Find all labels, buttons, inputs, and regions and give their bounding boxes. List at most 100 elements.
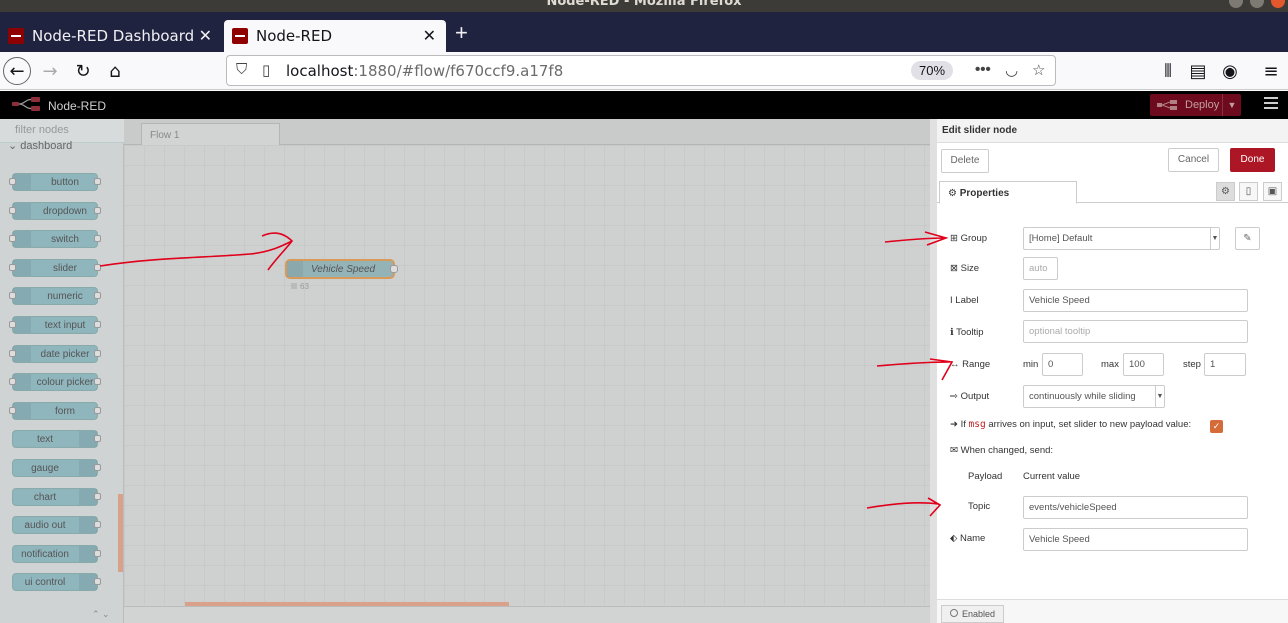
- node-output-port: [94, 235, 101, 243]
- more-actions-icon[interactable]: •••: [975, 61, 991, 78]
- home-icon[interactable]: ⌂: [101, 57, 129, 85]
- sidebar-icon[interactable]: ▤: [1184, 57, 1212, 85]
- canvas-slider-node[interactable]: Vehicle Speed: [285, 259, 398, 279]
- palette-node-text[interactable]: text: [12, 430, 101, 449]
- tooltip-label: ℹ Tooltip: [950, 327, 984, 338]
- node-output-port: [94, 349, 101, 357]
- palette-node-dropdown[interactable]: dropdown: [9, 201, 101, 220]
- node-output-port: [94, 578, 101, 586]
- max-input[interactable]: 100: [1123, 353, 1164, 376]
- new-tab-icon[interactable]: +: [455, 20, 468, 46]
- browser-menu-icon[interactable]: ≡: [1257, 57, 1285, 85]
- edit-group-pencil-icon[interactable]: ✎: [1235, 227, 1260, 250]
- palette-scrollbar[interactable]: [118, 494, 123, 572]
- node-output-port: [94, 521, 101, 529]
- page-icon[interactable]: ▯: [262, 61, 270, 79]
- url-bar[interactable]: ⛉ ▯ localhost:1880/#flow/f670ccf9.a17f8 …: [226, 55, 1056, 86]
- tab-node-red[interactable]: Node-RED ✕: [224, 20, 446, 52]
- palette-node-label: gauge: [31, 463, 59, 474]
- library-icon[interactable]: ⫴: [1154, 57, 1182, 85]
- palette-node-chart[interactable]: chart: [12, 487, 101, 506]
- payload-value: Current value: [1023, 471, 1081, 482]
- palette-node-label: ui control: [24, 577, 66, 589]
- name-label: ⬖ Name: [950, 533, 986, 544]
- pocket-icon[interactable]: ◡: [1005, 61, 1018, 79]
- palette-node-switch[interactable]: switch: [9, 230, 101, 249]
- group-label: ⊞ Group: [950, 233, 988, 244]
- url-text[interactable]: localhost:1880/#flow/f670ccf9.a17f8: [286, 62, 563, 80]
- palette-node-label: text: [36, 434, 54, 446]
- palette-node-audio-out[interactable]: audio out: [12, 516, 101, 535]
- label-input[interactable]: Vehicle Speed: [1023, 289, 1248, 312]
- account-icon[interactable]: ◉: [1216, 57, 1244, 85]
- palette-node-notification[interactable]: notification: [12, 544, 101, 563]
- os-title-bar: Node-RED - Mozilla Firefox: [0, 0, 1288, 12]
- edit-tray: Edit slider node Delete Cancel Done ⚙ Pr…: [930, 119, 1288, 623]
- zoom-badge[interactable]: 70%: [911, 61, 953, 80]
- palette-collapse-icons[interactable]: ⌃ ⌄: [92, 609, 110, 620]
- palette-node-ui-control[interactable]: ui control: [12, 573, 101, 592]
- palette-node-gauge[interactable]: gauge: [12, 459, 101, 477]
- shield-icon[interactable]: ⛉: [236, 61, 247, 78]
- palette-node-colour-picker[interactable]: colour picker: [9, 373, 101, 392]
- tab-properties[interactable]: ⚙ Properties: [939, 181, 1077, 204]
- node-input-port: [9, 178, 16, 185]
- deploy-label: Deploy: [1185, 99, 1220, 111]
- node-output-port: [94, 178, 101, 185]
- node-output-port[interactable]: [390, 265, 398, 273]
- tab-flow-1[interactable]: Flow 1: [141, 123, 280, 145]
- deploy-menu-icon[interactable]: ▼: [1222, 94, 1241, 116]
- max-label: max: [1101, 359, 1119, 370]
- topic-input[interactable]: events/vehicleSpeed: [1023, 496, 1248, 519]
- size-button[interactable]: auto: [1023, 257, 1058, 280]
- palette-node-form[interactable]: form: [9, 401, 101, 420]
- palette-node-slider[interactable]: slider: [9, 258, 101, 277]
- delete-button[interactable]: Delete: [941, 149, 989, 173]
- node-output-port: [94, 464, 101, 471]
- node-input-port: [9, 263, 16, 271]
- close-tab-icon[interactable]: ✕: [423, 26, 436, 45]
- tooltip-input[interactable]: optional tooltip: [1023, 320, 1248, 343]
- node-input-port: [9, 292, 16, 300]
- bookmark-star-icon[interactable]: ☆: [1032, 61, 1045, 79]
- done-button[interactable]: Done: [1230, 148, 1275, 172]
- step-input[interactable]: 1: [1204, 353, 1246, 376]
- range-label: ↔ Range: [950, 359, 991, 370]
- node-input-port: [9, 406, 16, 414]
- tab-node-red-dashboard[interactable]: Node-RED Dashboard ✕: [0, 20, 222, 52]
- forward-icon[interactable]: →: [36, 57, 64, 85]
- palette-node-text-input[interactable]: text input: [9, 316, 101, 334]
- output-select[interactable]: continuously while sliding ▼: [1023, 385, 1165, 408]
- node-red-menu-icon[interactable]: [1264, 97, 1278, 112]
- node-input-port: [9, 235, 16, 243]
- node-input-port: [9, 378, 16, 386]
- palette-node-label: dropdown: [43, 205, 87, 217]
- node-palette: filter nodes ⌄ dashboard button dropdown s…: [0, 119, 124, 623]
- enabled-toggle[interactable]: Enabled: [941, 605, 1004, 623]
- payload-label: Payload: [968, 471, 1003, 482]
- tray-title: Edit slider node: [937, 119, 1288, 143]
- palette-category-dashboard[interactable]: ⌄ dashboard: [8, 139, 72, 152]
- settings-gear-icon[interactable]: ⚙: [1216, 182, 1235, 201]
- group-select[interactable]: [Home] Default ▼: [1023, 227, 1220, 250]
- reload-icon[interactable]: ↻: [69, 57, 97, 85]
- name-input[interactable]: Vehicle Speed: [1023, 528, 1248, 551]
- min-input[interactable]: 0: [1042, 353, 1083, 376]
- description-icon[interactable]: ▯: [1239, 182, 1258, 201]
- workspace-footer: [124, 606, 930, 623]
- appearance-icon[interactable]: ▣: [1263, 182, 1282, 201]
- node-output-port: [94, 406, 101, 414]
- set-slider-checkbox[interactable]: ✓: [1210, 420, 1223, 433]
- node-output-port: [94, 263, 101, 271]
- palette-node-numeric[interactable]: numeric: [9, 287, 101, 306]
- node-red-header: Node-RED Deploy ▼: [0, 91, 1288, 119]
- deploy-button[interactable]: Deploy ▼: [1150, 94, 1241, 116]
- close-tab-icon[interactable]: ✕: [199, 26, 212, 45]
- palette-node-label: button: [51, 177, 79, 188]
- cancel-button[interactable]: Cancel: [1168, 148, 1219, 172]
- browser-tab-strip: Node-RED Dashboard ✕ Node-RED ✕ +: [0, 12, 1288, 52]
- flow-canvas[interactable]: Vehicle Speed 63: [124, 145, 930, 605]
- palette-node-date-picker[interactable]: date picker: [9, 344, 101, 363]
- palette-node-button[interactable]: button: [9, 173, 101, 191]
- back-icon[interactable]: ←: [3, 57, 31, 85]
